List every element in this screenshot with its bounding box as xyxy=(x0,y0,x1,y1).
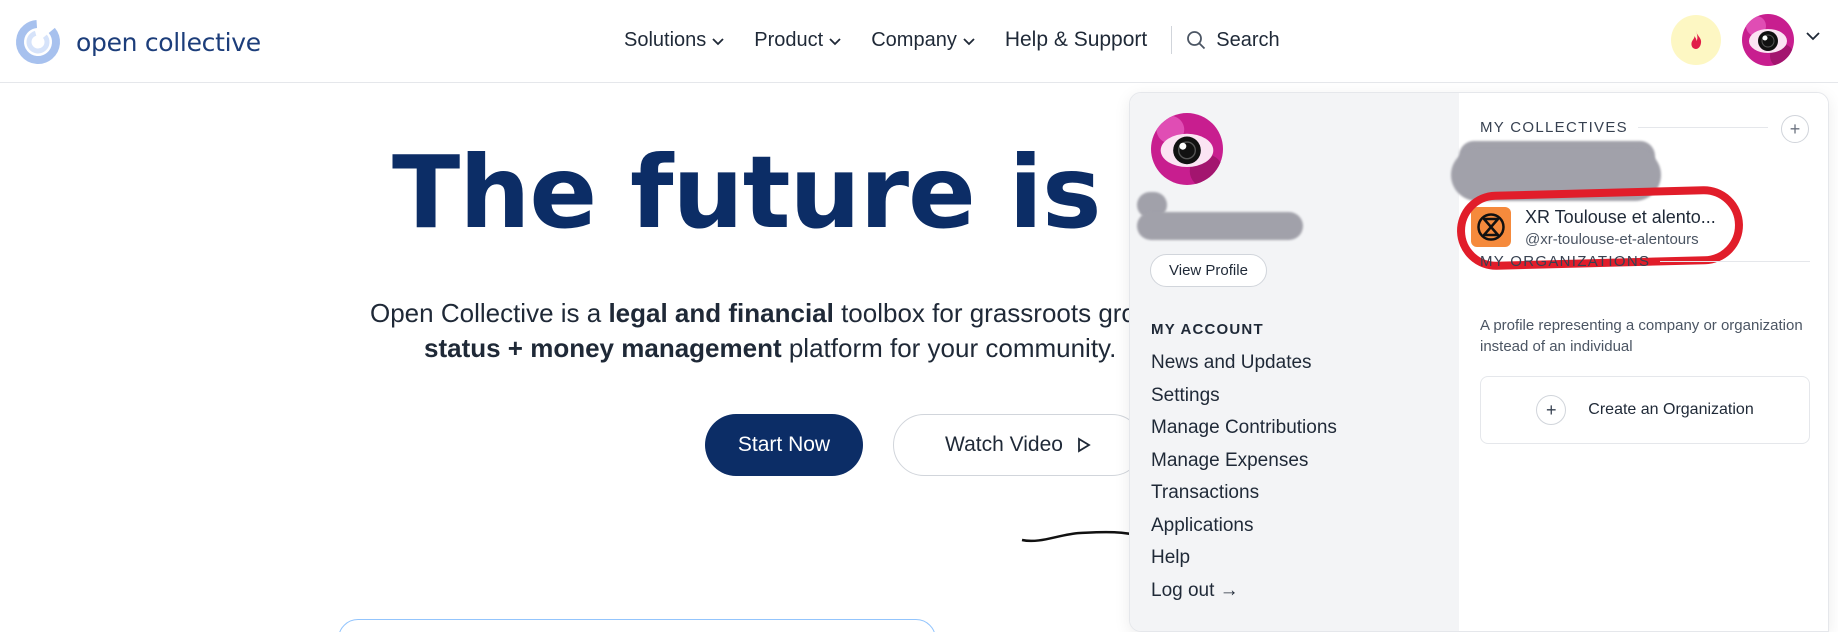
divider xyxy=(1660,261,1811,262)
nav-solutions-label: Solutions xyxy=(624,28,707,51)
subtitle-bold: legal and financial xyxy=(608,298,834,328)
search-label: Search xyxy=(1216,28,1280,51)
view-profile-button[interactable]: View Profile xyxy=(1150,254,1267,287)
chevron-down-icon[interactable] xyxy=(1806,32,1820,41)
create-organization-label: Create an Organization xyxy=(1588,401,1754,418)
eye-avatar-icon xyxy=(1151,113,1223,185)
account-panel: View Profile MY ACCOUNT News and Updates… xyxy=(1130,93,1459,631)
nav-product-label: Product xyxy=(754,28,824,51)
add-collective-button[interactable]: + xyxy=(1781,115,1809,143)
subtitle-text: platform for your community. xyxy=(781,333,1117,363)
profile-avatar[interactable] xyxy=(1151,113,1223,185)
my-organizations-header: MY ORGANIZATIONS xyxy=(1480,253,1811,270)
start-now-button[interactable]: Start Now xyxy=(705,414,863,476)
flame-icon xyxy=(1691,31,1702,49)
my-collectives-header: MY COLLECTIVES xyxy=(1480,119,1768,136)
menu-item-log-out[interactable]: Log out → xyxy=(1151,575,1337,608)
nav-help-support-label: Help & Support xyxy=(1004,28,1148,51)
my-organizations-heading: MY ORGANIZATIONS xyxy=(1480,253,1651,270)
chevron-down-icon xyxy=(712,37,724,45)
menu-item-applications[interactable]: Applications xyxy=(1151,510,1337,543)
notifications-button[interactable] xyxy=(1671,15,1721,65)
divider xyxy=(1637,127,1768,128)
subtitle-text: toolbox for grassroots gro xyxy=(833,298,1136,328)
brand-name: open collective xyxy=(76,27,261,57)
brand-logo[interactable]: open collective xyxy=(14,18,261,66)
menu-item-manage-expenses[interactable]: Manage Expenses xyxy=(1151,445,1337,478)
nav-divider xyxy=(1171,26,1173,54)
open-collective-logo-icon xyxy=(16,20,60,64)
nav-solutions[interactable]: Solutions xyxy=(624,29,724,52)
menu-item-manage-contributions[interactable]: Manage Contributions xyxy=(1151,412,1337,445)
watch-video-label: Watch Video xyxy=(945,433,1063,456)
hero-subtitle-line1: Open Collective is a legal and financial… xyxy=(370,298,1136,328)
redacted-username xyxy=(1137,212,1303,240)
menu-item-news-updates[interactable]: News and Updates xyxy=(1151,347,1337,380)
menu-item-help[interactable]: Help xyxy=(1151,542,1337,575)
nav-company[interactable]: Company xyxy=(871,29,975,52)
menu-item-settings[interactable]: Settings xyxy=(1151,380,1337,413)
top-navigation: open collective Solutions Product Compan… xyxy=(0,0,1838,83)
nav-product[interactable]: Product xyxy=(754,29,841,52)
my-collectives-heading: MY COLLECTIVES xyxy=(1480,119,1628,136)
watch-video-button[interactable]: Watch Video xyxy=(893,414,1143,476)
search-icon xyxy=(1187,31,1206,50)
main-nav: Solutions Product Company Help & Support… xyxy=(624,22,1280,58)
chevron-down-icon xyxy=(963,37,975,45)
plus-icon: + xyxy=(1536,395,1567,425)
collectives-panel: MY COLLECTIVES + XR Toulouse et alento..… xyxy=(1451,93,1828,631)
search-button[interactable]: Search xyxy=(1186,28,1280,52)
plus-icon: + xyxy=(1789,118,1801,139)
subtitle-bold: status + money management xyxy=(424,333,782,363)
hero-input-box[interactable] xyxy=(338,619,936,632)
subtitle-text: Open Collective is a xyxy=(370,298,609,328)
play-icon xyxy=(1078,437,1091,453)
nav-help-support[interactable]: Help & Support xyxy=(1005,28,1147,52)
menu-item-transactions[interactable]: Transactions xyxy=(1151,477,1337,510)
nav-company-label: Company xyxy=(871,28,957,51)
eye-avatar-icon xyxy=(1742,14,1794,66)
chevron-down-icon xyxy=(829,37,841,45)
user-avatar[interactable] xyxy=(1742,14,1794,66)
my-account-heading: MY ACCOUNT xyxy=(1151,321,1264,338)
organizations-description: A profile representing a company or orga… xyxy=(1480,317,1803,355)
create-organization-button[interactable]: + Create an Organization xyxy=(1480,376,1810,444)
account-dropdown: View Profile MY ACCOUNT News and Updates… xyxy=(1129,92,1829,632)
account-menu-list: News and Updates Settings Manage Contrib… xyxy=(1151,347,1337,607)
